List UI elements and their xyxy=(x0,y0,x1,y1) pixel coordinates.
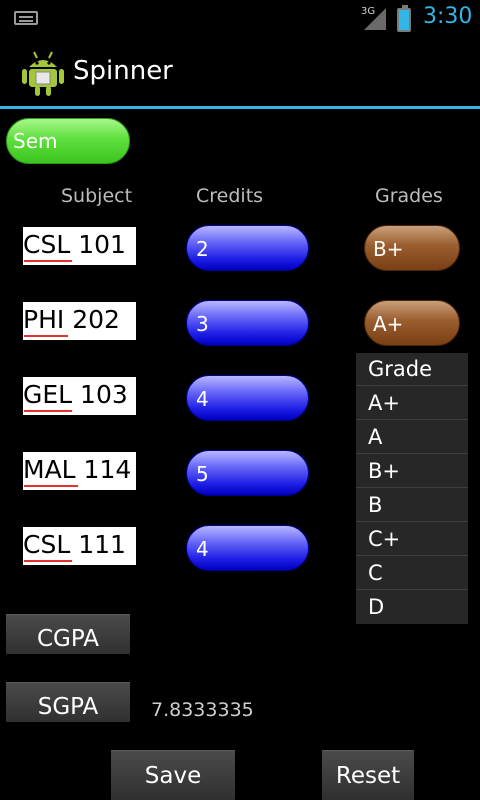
subject-field[interactable]: PHI 202 xyxy=(23,302,136,340)
grade-spinner-value: B+ xyxy=(373,237,404,261)
dropdown-item-grade[interactable]: Grade xyxy=(356,353,468,386)
dropdown-item-b-plus[interactable]: B+ xyxy=(356,455,468,488)
credits-header: Credits xyxy=(196,185,264,207)
grade-spinner[interactable]: A+ xyxy=(364,300,460,346)
spellcheck-underline xyxy=(24,560,72,562)
keyboard-icon xyxy=(14,11,38,25)
dropdown-item-label: D xyxy=(368,595,385,619)
dropdown-item-label: B+ xyxy=(368,459,401,483)
battery-icon xyxy=(397,5,411,32)
spellcheck-underline xyxy=(24,410,72,412)
dropdown-item-b[interactable]: B xyxy=(356,489,468,522)
dropdown-item-a-plus[interactable]: A+ xyxy=(356,387,468,420)
action-bar-divider xyxy=(0,106,480,109)
dropdown-item-label: Grade xyxy=(368,357,433,381)
credits-spinner[interactable]: 4 xyxy=(186,525,309,571)
dropdown-item-label: C+ xyxy=(368,527,401,551)
cgpa-button[interactable]: CGPA xyxy=(6,614,130,654)
dropdown-item-label: A xyxy=(368,425,383,449)
credits-spinner-value: 4 xyxy=(196,537,209,561)
spellcheck-underline xyxy=(24,485,78,487)
dropdown-item-d[interactable]: D xyxy=(356,591,468,624)
reset-button[interactable]: Reset xyxy=(322,750,414,800)
network-type: 3G xyxy=(361,6,376,17)
spellcheck-underline xyxy=(24,335,68,337)
subject-field-value: CSL 101 xyxy=(23,230,126,259)
subject-field[interactable]: GEL 103 xyxy=(23,377,136,415)
dropdown-item-label: A+ xyxy=(368,391,400,415)
sgpa-button-label: SGPA xyxy=(37,694,99,720)
subject-field-value: MAL 114 xyxy=(23,455,132,484)
sgpa-value: 7.8333335 xyxy=(151,699,254,721)
credits-spinner[interactable]: 2 xyxy=(186,225,309,271)
credits-spinner-value: 4 xyxy=(196,387,209,411)
subject-field[interactable]: CSL 101 xyxy=(23,227,136,265)
grade-spinner-value: A+ xyxy=(373,312,404,336)
credits-spinner-value: 2 xyxy=(196,237,209,261)
credits-spinner[interactable]: 4 xyxy=(186,375,309,421)
dropdown-item-c[interactable]: C xyxy=(356,557,468,590)
credits-spinner[interactable]: 5 xyxy=(186,450,309,496)
save-button-label: Save xyxy=(144,763,202,789)
dropdown-item-a[interactable]: A xyxy=(356,421,468,454)
credits-spinner-value: 5 xyxy=(196,462,209,486)
sgpa-button[interactable]: SGPA xyxy=(6,682,130,722)
android-app-icon xyxy=(22,51,64,96)
reset-button-label: Reset xyxy=(335,763,401,789)
grades-header: Grades xyxy=(375,185,443,207)
subject-field-value: PHI 202 xyxy=(23,305,120,334)
dropdown-item-label: C xyxy=(368,561,383,585)
credits-spinner[interactable]: 3 xyxy=(186,300,309,346)
subject-field-value: CSL 111 xyxy=(23,530,126,559)
subject-field-value: GEL 103 xyxy=(23,380,128,409)
subject-field[interactable]: MAL 114 xyxy=(23,452,136,490)
dropdown-item-c-plus[interactable]: C+ xyxy=(356,523,468,556)
app-title: Spinner xyxy=(73,56,173,86)
action-bar xyxy=(0,38,480,106)
grade-dropdown-list: Grade A+ A B+ B C+ C D xyxy=(356,353,468,624)
grade-spinner[interactable]: B+ xyxy=(364,225,460,271)
cgpa-button-label: CGPA xyxy=(36,626,99,652)
credits-spinner-value: 3 xyxy=(196,312,209,336)
dropdown-item-label: B xyxy=(368,493,383,517)
save-button[interactable]: Save xyxy=(111,750,235,800)
spellcheck-underline xyxy=(24,260,72,262)
sem-spinner[interactable]: Sem xyxy=(6,118,130,164)
subject-field[interactable]: CSL 111 xyxy=(23,527,136,565)
sem-spinner-label: Sem xyxy=(13,129,58,153)
subject-header: Subject xyxy=(61,185,133,207)
status-clock: 3:30 xyxy=(423,4,473,29)
